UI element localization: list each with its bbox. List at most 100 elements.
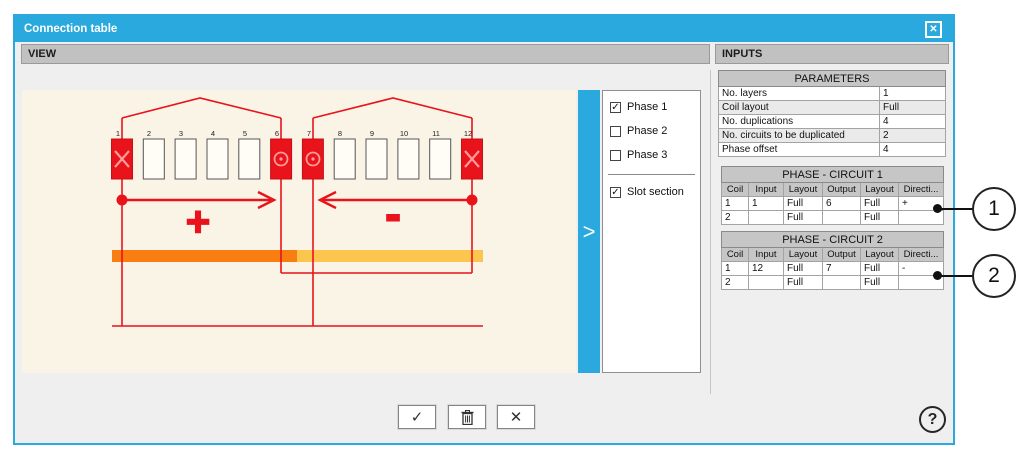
checkbox-phase-2[interactable]: Phase 2 <box>610 124 667 138</box>
param-value[interactable]: Full <box>880 101 946 115</box>
col-header: Output <box>823 183 861 197</box>
svg-text:1: 1 <box>116 129 120 138</box>
cell-output[interactable]: 7 <box>823 262 861 276</box>
cell-layout[interactable]: Full <box>861 262 899 276</box>
help-button[interactable]: ? <box>919 406 946 433</box>
checkbox-slot-section[interactable]: ✓ Slot section <box>610 185 684 199</box>
callout-2-badge: 2 <box>972 254 1016 298</box>
page-title: Connection table <box>24 23 117 35</box>
svg-text:2: 2 <box>147 129 151 138</box>
table-row: Phase offset 4 <box>719 143 946 157</box>
svg-text:9: 9 <box>370 129 374 138</box>
slot-2: 2 <box>143 129 164 179</box>
cell-input[interactable]: 12 <box>749 262 784 276</box>
legend-expander-button[interactable]: > <box>578 90 600 373</box>
chevron-right-icon: > <box>583 219 596 245</box>
param-value[interactable]: 4 <box>880 143 946 157</box>
svg-text:7: 7 <box>307 129 311 138</box>
cell-output[interactable] <box>823 211 861 225</box>
cell-coil: 2 <box>722 211 749 225</box>
checkbox-label: Phase 1 <box>627 101 667 113</box>
checkbox-label: Slot section <box>627 186 684 198</box>
inputs-panel-header: INPUTS <box>715 44 949 64</box>
phase-circuit-2-table: PHASE - CIRCUIT 2 Coil Input Layout Outp… <box>721 231 944 290</box>
slot-section-bar-positive <box>112 250 297 262</box>
table-row: 1 1 Full 6 Full + <box>722 197 944 211</box>
winding-diagram-canvas: 1 2 3 4 <box>22 90 576 373</box>
cell-coil: 1 <box>722 197 749 211</box>
cell-input[interactable] <box>749 211 784 225</box>
col-header: Layout <box>784 183 823 197</box>
table-row: No. layers 1 <box>719 87 946 101</box>
callout-1-badge: 1 <box>972 187 1016 231</box>
view-panel-title: VIEW <box>28 48 56 60</box>
slot-11: 11 <box>430 129 451 179</box>
delete-button[interactable] <box>448 405 486 429</box>
svg-text:5: 5 <box>243 129 247 138</box>
slot-row: 1 2 3 4 <box>112 129 483 179</box>
svg-text:12: 12 <box>464 129 472 138</box>
slot-5: 5 <box>239 129 260 179</box>
cell-coil: 2 <box>722 276 749 290</box>
cell-input[interactable]: 1 <box>749 197 784 211</box>
col-header: Layout <box>861 183 899 197</box>
col-header: Output <box>823 248 861 262</box>
winding-diagram: 1 2 3 4 <box>22 90 576 373</box>
callout-1-line <box>940 208 973 210</box>
table-row: No. duplications 4 <box>719 115 946 129</box>
cell-layout[interactable]: Full <box>784 211 823 225</box>
col-header: Layout <box>784 248 823 262</box>
table-row: Coil layout Full <box>719 101 946 115</box>
checkbox-phase-1[interactable]: ✓ Phase 1 <box>610 100 667 114</box>
cell-input[interactable] <box>749 276 784 290</box>
cell-layout[interactable]: Full <box>861 276 899 290</box>
cancel-button[interactable]: ✕ <box>497 405 535 429</box>
display-options-panel: ✓ Phase 1 Phase 2 Phase 3 ✓ Slot section <box>602 90 701 373</box>
table-header-row: Coil Input Layout Output Layout Directi.… <box>722 248 944 262</box>
legend-divider <box>608 174 695 175</box>
inputs-panel-title: INPUTS <box>722 48 762 60</box>
col-header: Coil <box>722 183 749 197</box>
table-row: No. circuits to be duplicated 2 <box>719 129 946 143</box>
cell-layout[interactable]: Full <box>861 197 899 211</box>
positive-polarity-label: + <box>186 198 211 245</box>
dialog-titlebar: Connection table ✕ <box>15 16 953 42</box>
coil-arc-right <box>313 98 472 118</box>
table-title: PARAMETERS <box>719 71 946 87</box>
cell-layout[interactable]: Full <box>784 197 823 211</box>
parameters-table: PARAMETERS No. layers 1 Coil layout Full… <box>718 70 946 157</box>
close-button[interactable]: ✕ <box>925 21 942 38</box>
col-header: Directi... <box>899 248 944 262</box>
table-header-row: Coil Input Layout Output Layout Directi.… <box>722 183 944 197</box>
table-row: 2 Full Full <box>722 276 944 290</box>
slot-8: 8 <box>334 129 355 179</box>
param-label: Phase offset <box>719 143 880 157</box>
svg-text:8: 8 <box>338 129 342 138</box>
view-panel-header: VIEW <box>21 44 710 64</box>
svg-text:3: 3 <box>179 129 183 138</box>
cell-output[interactable]: 6 <box>823 197 861 211</box>
negative-polarity-label: - <box>385 188 400 240</box>
param-value[interactable]: 2 <box>880 129 946 143</box>
close-icon: ✕ <box>929 17 937 43</box>
checkbox-icon <box>610 150 621 161</box>
param-value[interactable]: 4 <box>880 115 946 129</box>
trash-icon <box>461 410 474 425</box>
cell-layout[interactable]: Full <box>784 262 823 276</box>
param-value[interactable]: 1 <box>880 87 946 101</box>
checkbox-icon: ✓ <box>610 102 621 113</box>
param-label: No. duplications <box>719 115 880 129</box>
checkbox-icon: ✓ <box>610 187 621 198</box>
slot-9: 9 <box>366 129 387 179</box>
cell-output[interactable] <box>823 276 861 290</box>
svg-text:4: 4 <box>211 129 215 138</box>
callout-label: 2 <box>988 264 1000 288</box>
confirm-button[interactable]: ✓ <box>398 405 436 429</box>
question-mark-icon: ? <box>928 411 938 429</box>
checkbox-phase-3[interactable]: Phase 3 <box>610 148 667 162</box>
checkbox-icon <box>610 126 621 137</box>
cell-layout[interactable]: Full <box>784 276 823 290</box>
coil-wires <box>112 98 483 326</box>
col-header: Input <box>749 183 784 197</box>
cell-layout[interactable]: Full <box>861 211 899 225</box>
